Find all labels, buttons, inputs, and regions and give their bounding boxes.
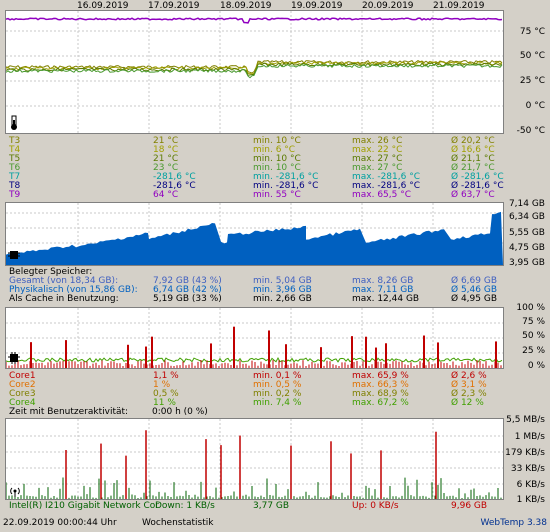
app-version-link[interactable]: WebTemp 3.38 [480, 518, 547, 528]
memory-graph [5, 202, 504, 266]
legend-min: min. 55 °C [253, 190, 301, 200]
y-axis-label: 1 MB/s [514, 432, 545, 442]
network-down: Down: 1 KB/s [155, 501, 215, 511]
legend-avg: Ø 4,95 GB [451, 294, 497, 304]
legend-max: max. 65,5 °C [352, 190, 412, 200]
network-icon [9, 485, 21, 497]
legend-cur: 64 °C [153, 190, 179, 200]
y-axis-label: 50 °C [519, 51, 545, 61]
y-axis-label: 33 KB/s [510, 464, 545, 474]
timestamp: 22.09.2019 00:00:44 Uhr [3, 518, 117, 528]
weekly-stats-label: Wochenstatistik [142, 518, 214, 528]
y-axis-label: 75 °C [519, 27, 545, 37]
memory-chip-icon [8, 249, 20, 261]
y-axis-label: 100 % [516, 303, 545, 313]
y-axis-label: 6,34 GB [508, 212, 545, 222]
legend-cur: 5,19 GB (33 %) [153, 294, 222, 304]
y-axis-label: 25 % [522, 346, 545, 356]
y-axis-label: 3,95 GB [508, 258, 545, 268]
y-axis-label: 50 % [522, 331, 545, 341]
legend-avg: Ø 12 % [451, 398, 484, 408]
y-axis-label: -50 °C [516, 126, 545, 136]
y-axis-label: 6 KB/s [516, 480, 545, 490]
y-axis-label: 7,14 GB [508, 199, 545, 209]
cpu-series-core4 [6, 356, 503, 363]
network-up: Up: 0 KB/s [352, 501, 399, 511]
temperature-graph [5, 10, 504, 134]
cpu-graph [5, 307, 504, 369]
legend-name: T9 [9, 190, 21, 200]
legend-max: max. 12,44 GB [352, 294, 420, 304]
y-axis-label: 0 % [527, 361, 545, 371]
user-activity-label: Zeit mit Benutzeraktivität: [9, 407, 129, 417]
y-axis-label: 179 KB/s [505, 448, 545, 458]
legend-name: Als Cache in Benutzung: [9, 294, 119, 304]
y-axis-label: 75 % [522, 317, 545, 327]
temperature-series [6, 62, 503, 76]
y-axis-label: 25 °C [519, 76, 545, 86]
network-up-total: 9,96 GB [451, 501, 488, 511]
legend-avg: Ø 63,7 °C [451, 190, 495, 200]
network-down-total: 3,77 GB [253, 501, 290, 511]
legend-min: min. 7,4 % [253, 398, 302, 408]
user-activity-value: 0:00 h (0 %) [152, 407, 208, 417]
cpu-chip-icon [8, 352, 20, 364]
legend-min: min. 2,66 GB [253, 294, 312, 304]
memory-area [6, 211, 503, 265]
y-axis-label: 1 KB/s [516, 495, 545, 505]
network-adapter: Intel(R) I210 Gigabit Network Cor [9, 501, 159, 511]
y-axis-label: 4,75 GB [508, 243, 545, 253]
network-graph [5, 418, 504, 500]
temperature-series-t9 [6, 17, 503, 24]
y-axis-label: 0 °C [525, 101, 545, 111]
thermometer-icon [8, 115, 20, 131]
legend-max: max. 67,2 % [352, 398, 409, 408]
y-axis-label: 5,55 GB [508, 228, 545, 238]
y-axis-label: 5,5 MB/s [506, 415, 545, 425]
